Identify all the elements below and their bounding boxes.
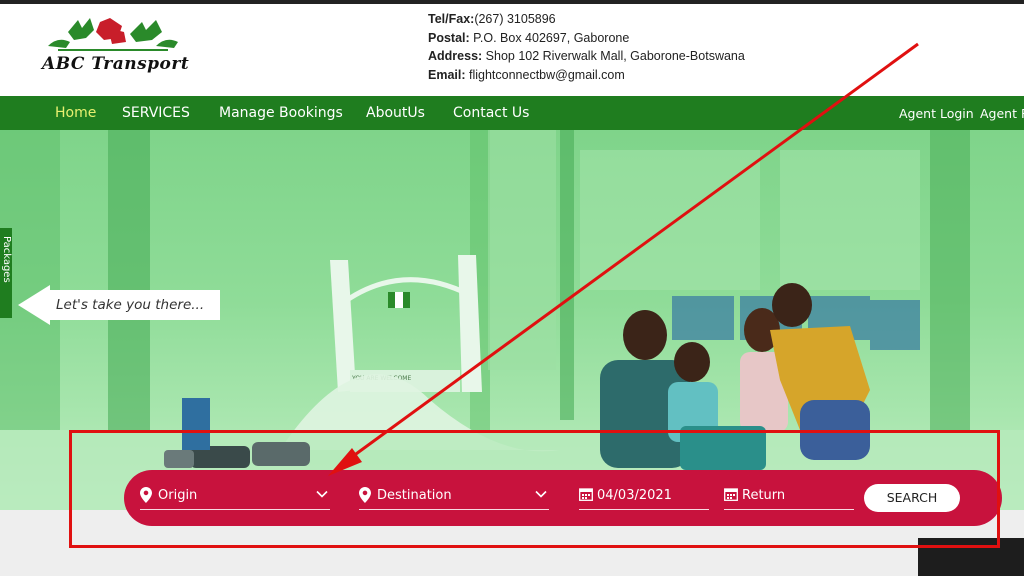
annotation-arrow (328, 42, 919, 476)
page: ABC Transport Tel/Fax:(267) 3105896 Post… (0, 0, 1024, 576)
